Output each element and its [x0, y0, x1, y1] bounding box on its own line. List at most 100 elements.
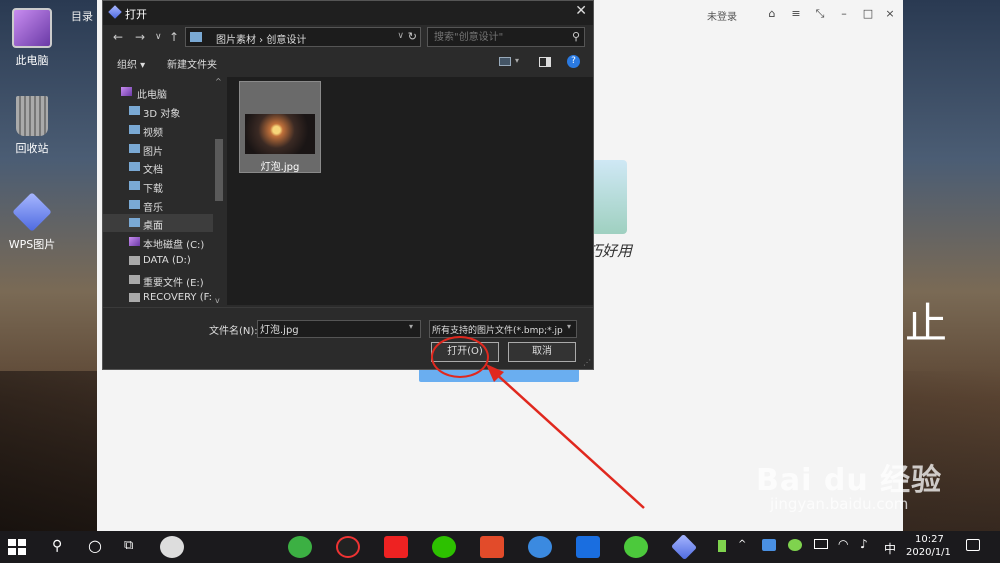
nav-item-this-pc[interactable]: 此电脑 [103, 83, 213, 101]
file-name: 灯泡.jpg [260, 162, 300, 173]
wps-pictures-icon[interactable] [670, 533, 698, 561]
nav-item-videos[interactable]: 视频 [103, 121, 213, 139]
up-folder-icon[interactable]: ↑ [169, 30, 179, 44]
search-input[interactable] [428, 28, 558, 46]
tray-app-icon[interactable] [788, 539, 802, 551]
wps-pictures-icon [108, 5, 122, 19]
pdf-app-icon[interactable] [384, 536, 408, 558]
menu-icon[interactable]: ≡ [785, 6, 807, 22]
recent-locations-icon[interactable]: ∨ [155, 32, 162, 42]
nav-item-desktop[interactable]: 桌面 [103, 214, 213, 232]
search-icon[interactable]: ⚲ [572, 30, 580, 43]
ime-indicator[interactable]: 中 [884, 540, 896, 557]
chevron-down-icon[interactable]: ▾ [515, 56, 519, 65]
pinwheel-app-icon[interactable] [160, 536, 184, 558]
filename-input[interactable]: 灯泡.jpg [257, 320, 421, 338]
chevron-down-icon[interactable]: ▾ [409, 322, 413, 331]
recycle-bin-desktop-icon[interactable]: 回收站 [0, 96, 67, 156]
nav-item-label: 下载 [143, 184, 163, 195]
drive-icon [129, 237, 140, 246]
windows-start-icon[interactable] [8, 539, 26, 555]
nav-item-pictures[interactable]: 图片 [103, 140, 213, 158]
address-bar[interactable]: 图片素材 › 创意设计 ∨ ↻ [185, 27, 421, 47]
security-app-icon[interactable] [624, 536, 648, 558]
maximize-button[interactable]: □ [857, 6, 879, 22]
filename-label: 文件名(N): [209, 326, 258, 337]
nav-item-drive-e[interactable]: 重要文件 (E:) [103, 271, 213, 289]
annotation-circle [431, 336, 489, 378]
minimize-button[interactable]: – [833, 6, 855, 22]
file-list-pane: 灯泡.jpg [227, 77, 593, 305]
notification-icon[interactable] [966, 539, 980, 551]
browser-app-icon[interactable] [288, 536, 312, 558]
file-item[interactable]: 灯泡.jpg [239, 81, 321, 173]
this-pc-desktop-icon[interactable]: 此电脑 [0, 8, 67, 68]
network-icon[interactable] [814, 539, 828, 549]
clock-time[interactable]: 10:27 [915, 534, 944, 545]
nav-item-drive-f[interactable]: RECOVERY (F:) [103, 289, 216, 305]
close-button[interactable]: × [879, 6, 901, 22]
battery-tray-icon[interactable] [718, 540, 726, 552]
resize-grip-icon[interactable]: ⋰ [583, 358, 591, 367]
preview-pane-icon[interactable] [539, 57, 551, 67]
chat-app-icon[interactable] [528, 536, 552, 558]
new-folder-button[interactable]: 新建文件夹 [167, 56, 217, 71]
tray-app-icon[interactable] [762, 539, 776, 551]
organize-button[interactable]: 组织 ▾ [117, 56, 145, 71]
login-link[interactable]: 未登录 [707, 8, 737, 23]
navigation-row: ← → ∨ ↑ 图片素材 › 创意设计 ∨ ↻ ⚲ [103, 27, 593, 49]
nav-item-label: 重要文件 (E:) [143, 278, 204, 289]
search-icon[interactable]: ⚲ [52, 538, 62, 554]
task-view-icon[interactable]: ⧉ [124, 538, 133, 553]
wps-office-icon[interactable] [576, 536, 600, 558]
volume-icon[interactable]: ♪ [860, 537, 868, 551]
folder-icon [129, 125, 140, 134]
nav-item-label: 图片 [143, 147, 163, 158]
folder-icon [129, 144, 140, 153]
nav-scrollbar[interactable]: ^ v [213, 77, 225, 305]
nav-item-label: DATA (D:) [143, 255, 191, 266]
folder-icon [129, 162, 140, 171]
wechat-icon[interactable] [432, 536, 456, 558]
drive-icon [129, 275, 140, 284]
nav-item-downloads[interactable]: 下载 [103, 177, 213, 195]
navigation-pane: 此电脑 3D 对象 视频 图片 文档 下载 音乐 桌面 本地磁盘 (C:) DA… [103, 77, 225, 305]
computer-icon [121, 87, 132, 96]
search-box[interactable]: ⚲ [427, 27, 585, 47]
forward-arrow-icon[interactable]: → [135, 30, 145, 44]
watermark-main: Bai du 经验 [756, 463, 943, 498]
clock-date[interactable]: 2020/1/1 [906, 547, 951, 558]
wps-pictures-desktop-icon[interactable]: WPS图片 [0, 192, 67, 252]
cancel-button[interactable]: 取消 [508, 342, 576, 362]
app-menu-label[interactable]: 目录 [71, 8, 93, 24]
scrollbar-thumb[interactable] [215, 139, 223, 201]
dialog-titlebar: 打开 ✕ [103, 1, 593, 25]
filetype-select[interactable]: 所有支持的图片文件(*.bmp;*.jp [429, 320, 577, 338]
folder-icon [129, 200, 140, 209]
open-file-dialog: 打开 ✕ ← → ∨ ↑ 图片素材 › 创意设计 ∨ ↻ ⚲ 组织 ▾ 新建文件… [102, 0, 594, 370]
power-app-icon[interactable] [480, 536, 504, 558]
view-mode-icon[interactable] [499, 57, 511, 66]
nav-item-drive-c[interactable]: 本地磁盘 (C:) [103, 233, 213, 251]
nav-item-documents[interactable]: 文档 [103, 158, 213, 176]
chevron-down-icon[interactable]: ▾ [567, 322, 571, 331]
help-icon[interactable]: ? [567, 55, 580, 68]
dialog-close-button[interactable]: ✕ [575, 3, 587, 19]
nav-item-drive-d[interactable]: DATA (D:) [103, 252, 213, 270]
refresh-icon[interactable]: ↻ [408, 30, 417, 43]
chevron-up-icon[interactable]: ^ [215, 77, 222, 86]
nav-item-label: RECOVERY (F:) [143, 292, 216, 303]
collapse-icon[interactable]: ⤡ [809, 6, 831, 22]
qq-icon[interactable] [336, 536, 360, 558]
skin-icon[interactable]: ⌂ [761, 6, 783, 22]
cortana-icon[interactable]: ○ [88, 536, 102, 555]
recycle-bin-icon [16, 96, 48, 136]
chevron-down-icon[interactable]: v [215, 296, 220, 305]
chevron-down-icon[interactable]: ∨ [397, 31, 404, 41]
nav-item-music[interactable]: 音乐 [103, 196, 213, 214]
nav-item-label: 音乐 [143, 203, 163, 214]
back-arrow-icon[interactable]: ← [113, 30, 123, 44]
nav-item-3d-objects[interactable]: 3D 对象 [103, 102, 213, 120]
chevron-up-icon[interactable]: ^ [738, 539, 746, 550]
wifi-icon[interactable]: ◠ [838, 537, 848, 551]
